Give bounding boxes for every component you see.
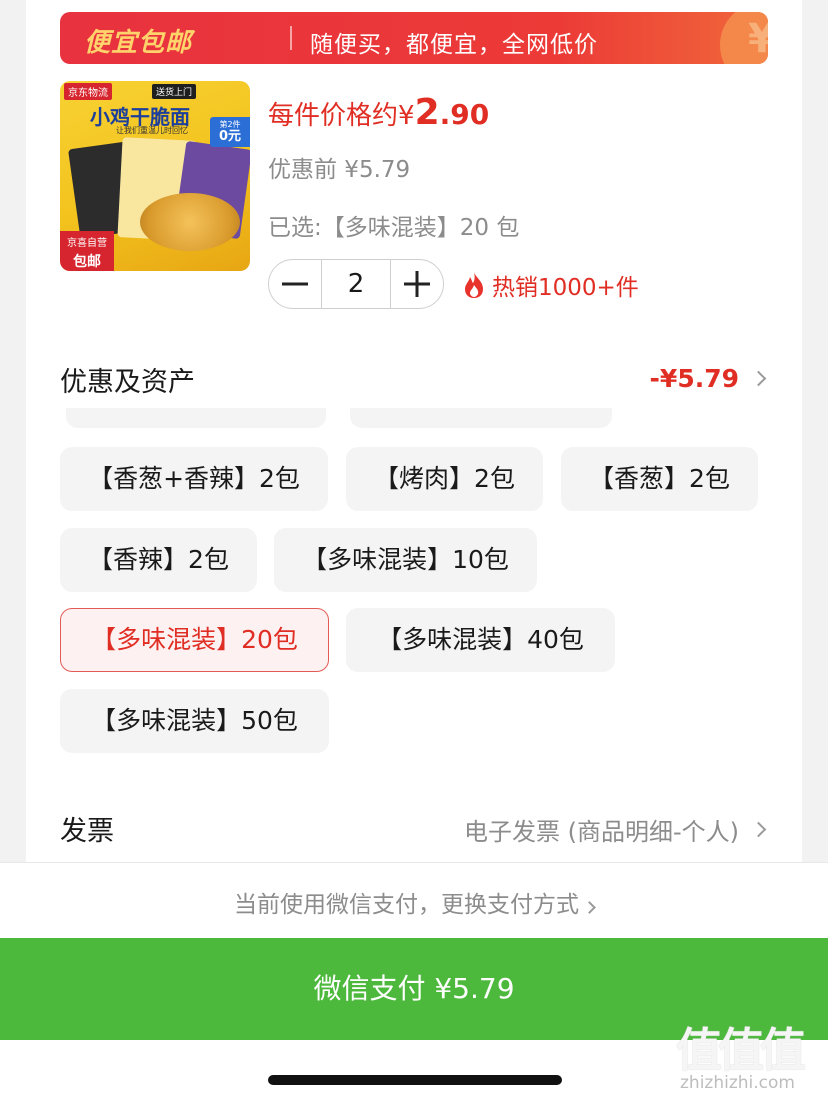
spec-chip[interactable]: 【多味混装】10包 <box>274 528 537 592</box>
logistics-tag: 京东物流 <box>64 83 112 100</box>
spec-chip[interactable]: 【多味混装】40包 <box>346 608 615 672</box>
chevron-right-icon <box>750 370 767 387</box>
banner-title: 便宜包邮 <box>84 28 193 58</box>
delivery-tag: 送货上门 <box>152 84 197 99</box>
minus-icon <box>282 282 308 286</box>
self-run-line2: 包邮 <box>73 254 101 270</box>
price-integer: 2 <box>414 92 440 133</box>
payment-method-bar[interactable]: 当前使用微信支付，更换支付方式 <box>0 862 828 938</box>
quantity-value[interactable]: 2 <box>321 260 391 308</box>
chevron-right-icon <box>583 901 596 914</box>
second-item-line2: 0元 <box>218 129 242 144</box>
quantity-stepper: 2 <box>268 259 444 309</box>
chevron-right-icon <box>750 821 767 838</box>
hot-sales-text: 热销1000+件 <box>492 275 639 301</box>
discount-label: 优惠及资产 <box>60 367 195 398</box>
home-indicator[interactable] <box>268 1075 562 1085</box>
self-run-badge: 京喜自营 包邮 <box>60 231 114 271</box>
spec-chip-selected[interactable]: 【多味混装】20包 <box>60 608 329 672</box>
price-prefix: 每件价格约 <box>268 101 399 131</box>
selected-spec: 已选:【多味混装】20 包 <box>268 215 520 241</box>
discount-row[interactable]: -¥5.79 <box>649 364 767 393</box>
hot-sales-badge: 热销1000+件 <box>462 268 639 302</box>
invoice-label: 发票 <box>60 816 114 847</box>
promo-banner[interactable]: 便宜包邮 随便买，都便宜，全网低价 ¥ <box>60 12 768 64</box>
yen-icon: ¥ <box>748 16 768 62</box>
invoice-value: 电子发票 (商品明细-个人) <box>463 818 739 846</box>
payment-method-text: 当前使用微信支付，更换支付方式 <box>234 892 579 918</box>
price-decimal: .90 <box>439 98 490 131</box>
spec-chip[interactable]: 【香葱】2包 <box>561 447 758 511</box>
payment-method-switch[interactable]: 当前使用微信支付，更换支付方式 <box>0 885 828 919</box>
spec-chip[interactable]: 【烤肉】2包 <box>346 447 543 511</box>
price-currency: ¥ <box>398 101 415 131</box>
watermark-logo: 值值值 <box>676 1023 806 1077</box>
spec-chip[interactable]: 【香辣】2包 <box>60 528 257 592</box>
product-image-slogan: 让我们重温儿时回忆 <box>116 126 188 135</box>
product-image[interactable]: 京东物流 送货上门 小鸡干脆面 让我们重温儿时回忆 第2件 0元 京喜自营 包邮 <box>60 81 250 271</box>
spec-chip[interactable]: 【多味混装】50包 <box>60 689 329 753</box>
increase-button[interactable] <box>391 260 443 308</box>
banner-divider <box>290 26 292 50</box>
second-item-free-badge: 第2件 0元 <box>210 117 250 147</box>
flame-icon <box>465 272 483 298</box>
original-price: 优惠前 ¥5.79 <box>268 157 411 183</box>
self-run-line1: 京喜自营 <box>67 238 107 249</box>
invoice-row[interactable]: 电子发票 (商品明细-个人) <box>463 812 767 847</box>
banner-subtitle: 随便买，都便宜，全网低价 <box>310 32 598 58</box>
second-item-line1: 第2件 <box>219 120 241 129</box>
spec-chip-partial <box>350 408 612 428</box>
discount-value: -¥5.79 <box>649 364 739 393</box>
watermark-url: zhizhizhi.com <box>680 1073 795 1093</box>
unit-price: 每件价格约¥2.90 <box>268 92 489 133</box>
decrease-button[interactable] <box>269 260 321 308</box>
plus-icon <box>404 271 430 297</box>
spec-chip-partial <box>66 408 326 428</box>
noodle-block <box>140 193 240 251</box>
spec-chip[interactable]: 【香葱+香辣】2包 <box>60 447 328 511</box>
